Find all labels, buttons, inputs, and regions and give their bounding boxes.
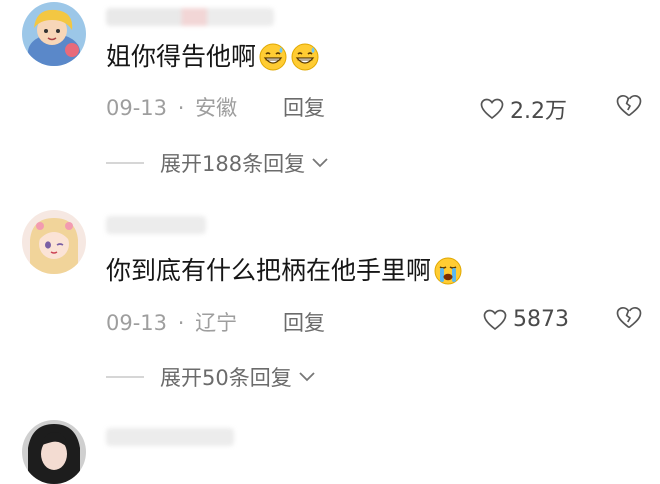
expand-replies-label: 展开188条回复 — [160, 152, 306, 176]
comment-location: 辽宁 — [195, 311, 238, 335]
chevron-down-icon — [312, 158, 328, 168]
broken-heart-icon — [616, 306, 642, 330]
comment-meta: 09-13 · 安徽 — [106, 92, 237, 122]
comment-text: 姐你得告他啊 — [106, 40, 320, 74]
expand-divider — [106, 376, 144, 378]
dislike-button[interactable] — [616, 306, 642, 330]
expand-replies-button[interactable]: 展开50条回复 — [106, 362, 316, 392]
meta-separator: · — [177, 96, 185, 120]
comment-body: 你到底有什么把柄在他手里啊 — [106, 256, 432, 285]
like-count: 2.2万 — [510, 99, 567, 124]
username-blurred[interactable] — [106, 216, 206, 234]
expand-divider — [106, 162, 144, 164]
broken-heart-icon — [616, 94, 642, 118]
comment-date: 09-13 — [106, 311, 168, 335]
avatar[interactable] — [22, 2, 86, 66]
crying-emoji — [433, 256, 463, 286]
dislike-button[interactable] — [616, 94, 642, 118]
expand-replies-label: 展开50条回复 — [160, 366, 292, 390]
meta-separator: · — [177, 311, 185, 335]
expand-replies-button[interactable]: 展开188条回复 — [106, 148, 329, 178]
comment-body: 姐你得告他啊 — [106, 42, 257, 71]
like-count: 5873 — [513, 307, 569, 332]
grinning-sweat-emoji — [258, 42, 288, 72]
avatar[interactable] — [22, 420, 86, 484]
heart-icon — [480, 98, 504, 120]
heart-icon — [483, 309, 507, 331]
like-button[interactable]: 5873 — [483, 307, 569, 332]
grinning-sweat-emoji — [290, 42, 320, 72]
comment-location: 安徽 — [195, 96, 238, 120]
reply-button[interactable]: 回复 — [283, 307, 325, 337]
like-button[interactable]: 2.2万 — [480, 93, 567, 125]
comment-text: 你到底有什么把柄在他手里啊 — [106, 254, 463, 288]
username-blurred[interactable] — [106, 428, 234, 446]
comment-meta: 09-13 · 辽宁 — [106, 307, 237, 337]
chevron-down-icon — [299, 372, 315, 382]
reply-button[interactable]: 回复 — [283, 92, 325, 122]
comment-date: 09-13 — [106, 96, 168, 120]
username-blurred[interactable] — [106, 8, 274, 26]
avatar[interactable] — [22, 210, 86, 274]
